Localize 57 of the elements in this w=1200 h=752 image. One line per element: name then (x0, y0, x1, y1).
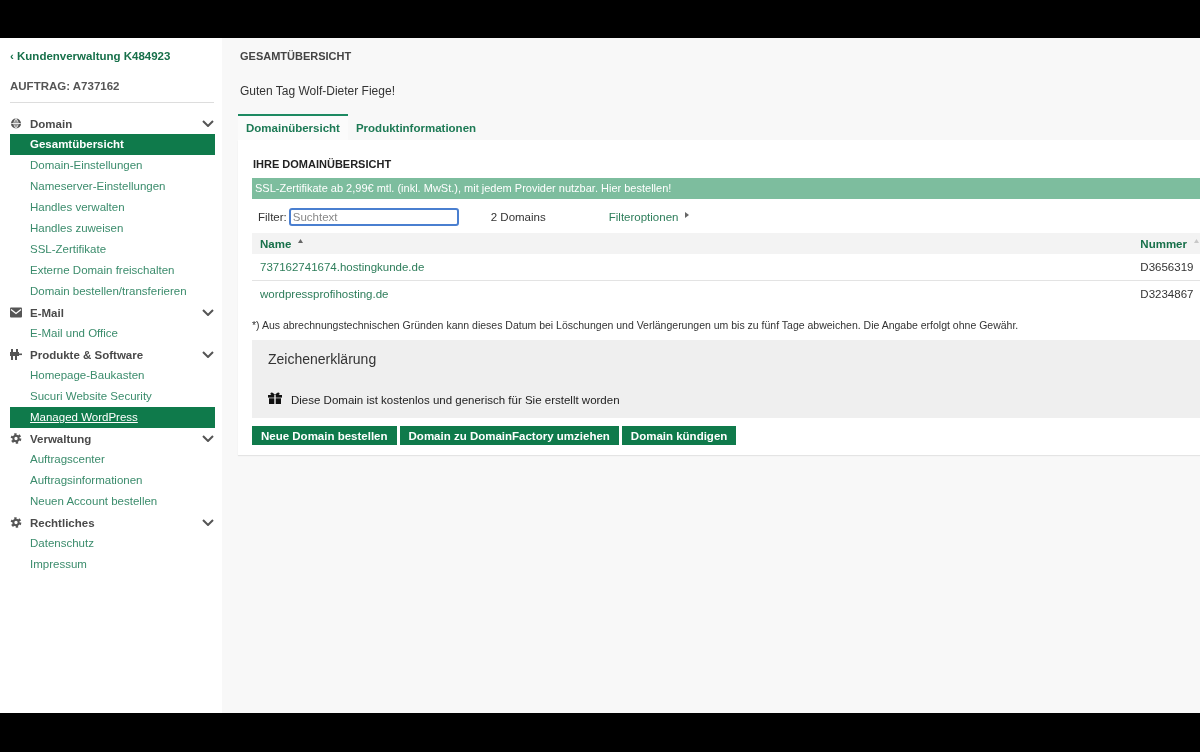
column-header[interactable]: Name (252, 233, 1141, 254)
section-title: IHRE DOMAINÜBERSICHT (252, 157, 393, 172)
sidebar-item[interactable]: Externe Domain freischalten (10, 260, 215, 281)
sidebar-group-label[interactable]: Rechtliches (30, 516, 202, 529)
globe-icon (10, 118, 22, 129)
gift-icon (268, 392, 282, 404)
sidebar-group-label[interactable]: E-Mail (30, 306, 202, 319)
sidebar-group-label[interactable]: Produkte & Software (30, 348, 202, 361)
table-cell-text: D3234867 (1140, 287, 1195, 302)
domain-count: 2 Domains (490, 211, 547, 223)
sort-arrow-icon[interactable] (298, 238, 304, 243)
filter-label: Filter: (258, 211, 287, 223)
chevron-icon[interactable] (202, 435, 214, 442)
envelope-icon (10, 307, 22, 318)
caret-icon[interactable] (685, 211, 690, 218)
search-field[interactable]: Suchtext (288, 208, 459, 226)
chevron-icon[interactable] (202, 351, 214, 358)
sidebar-item[interactable]: Sucuri Website Security (10, 386, 215, 407)
chevron-icon[interactable] (202, 120, 214, 127)
sidebar-item[interactable]: Handles zuweisen (10, 218, 215, 239)
sidebar-item[interactable]: Gesamtübersicht (10, 134, 215, 155)
legend-text: Diese Domain ist kostenlos und generisch für Sie erstellt worden (291, 394, 620, 406)
filter-options-link[interactable]: Filteroptionen (608, 211, 679, 223)
sidebar-item[interactable]: Impressum (10, 554, 215, 575)
order-number: AUFTRAG: A737162 (10, 79, 121, 94)
gear-icon (10, 433, 22, 444)
sidebar-item[interactable]: Auftragscenter (10, 449, 215, 470)
gear-icon (10, 517, 22, 528)
domain-link[interactable]: wordpressprofihosting.de (252, 281, 1141, 307)
action-button[interactable]: Neue Domain bestellen (252, 426, 397, 445)
back-link[interactable]: ‹ Kundenverwaltung K484923 (10, 47, 171, 65)
footnote: *) Aus abrechnungstechnischen Gründen kann dieses Datum bei Löschungen und Verlängerungen um bis zu fünf Tage abweichen. Die Angabe erfolgt ohne Gewähr. (252, 318, 1020, 333)
sidebar-item[interactable]: Handles verwalten (10, 197, 215, 218)
sidebar-item[interactable]: Managed WordPress (10, 407, 215, 428)
sidebar-item[interactable]: Datenschutz (10, 533, 215, 554)
sidebar-item[interactable]: Nameserver-Einstellungen (10, 176, 215, 197)
sidebar-item[interactable]: E-Mail und Office (10, 323, 215, 344)
domain-link[interactable]: 737162741674.hostingkunde.de (252, 254, 1141, 281)
action-button[interactable]: Domain kündigen (621, 426, 737, 445)
sidebar-item[interactable]: Domain-Einstellungen (10, 155, 215, 176)
action-button[interactable]: Domain zu DomainFactory umziehen (399, 426, 619, 445)
chevron-icon[interactable] (202, 309, 214, 316)
sidebar-item[interactable]: Auftragsinformationen (10, 470, 215, 491)
chevron-icon[interactable] (202, 519, 214, 526)
tab[interactable]: Produktinformationen (347, 114, 485, 140)
greeting-text: Guten Tag Wolf-Dieter Fiege! (239, 83, 396, 100)
sidebar-group-label[interactable]: Domain (30, 117, 202, 130)
sidebar-item[interactable]: SSL-Zertifikate (10, 239, 215, 260)
page-title: GESAMTÜBERSICHT (239, 49, 353, 64)
sidebar-item[interactable]: Domain bestellen/transferieren (10, 281, 215, 302)
legend-title: Zeichenerklärung (267, 350, 378, 369)
sidebar-group-label[interactable]: Verwaltung (30, 432, 202, 445)
table-cell: D3656319 (1140, 254, 1200, 281)
sidebar-item[interactable]: Homepage-Baukasten (10, 365, 215, 386)
plug-icon (10, 349, 22, 360)
column-header[interactable]: Nummer (1140, 233, 1200, 254)
sidebar-item[interactable]: Neuen Account bestellen (10, 491, 215, 512)
